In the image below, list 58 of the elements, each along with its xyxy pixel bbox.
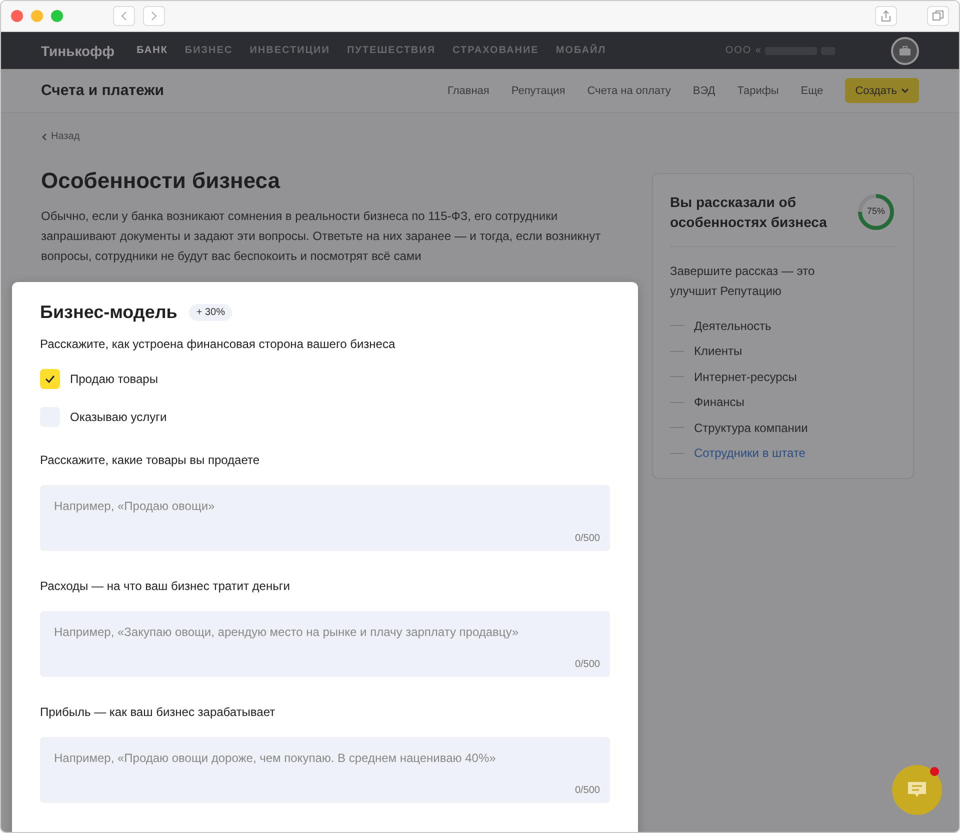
page-title: Особенности бизнеса [41,168,282,194]
brand-logo[interactable]: Тинькофф [41,42,115,58]
section-link[interactable]: Тарифы [737,84,779,96]
progress-hint: Завершите рассказ — это улучшит Репутацию [670,263,816,300]
field-label: Расскажите, какие товары вы продаете [40,453,261,467]
intro-text: Обычно, если у банка возникают сомнения в реальности бизнеса по 115-ФЗ, его сотрудники запрашивают документы и задают эти вопросы. Ответьте на них заранее — и тогда, если возникнут вопросы, сотрудники не будут вас беспокоить и посмотрят всё сами [41,208,602,265]
chevron-left-icon [120,11,128,21]
maximize-window-icon[interactable] [51,10,63,22]
progress-step-link[interactable]: Финансы [694,395,744,410]
chat-button[interactable] [892,765,942,815]
nav-tab[interactable]: ИНВЕСТИЦИИ [250,45,330,56]
checkmark-icon [45,375,55,383]
nav-tab[interactable]: БАНК [136,45,168,56]
progress-step-link[interactable]: Деятельность [694,318,772,333]
progress-percent: 75% [866,206,886,216]
progress-step-link[interactable]: Интернет-ресурсы [694,370,797,384]
section-link[interactable]: Еще [800,84,824,96]
char-counter: 0/500 [574,785,600,796]
nav-tab[interactable]: ПУТЕШЕСТВИЯ [346,45,436,56]
field-label: Прибыль — как ваш бизнес зарабатывает [40,705,276,719]
option-label: Оказываю услуги [70,410,167,424]
chat-icon [906,781,928,799]
back-nav-button[interactable] [113,6,135,26]
tabs-icon [932,10,944,22]
forward-nav-button[interactable] [143,6,165,26]
account-name[interactable]: ООО « [725,45,762,56]
progress-step-link[interactable]: Сотрудники в штате [694,446,806,460]
chevron-left-icon [41,132,47,140]
char-counter: 0/500 [574,659,600,670]
section-title: Счета и платежи [41,82,164,99]
progress-step-link[interactable]: Структура компании [694,420,808,435]
progress-title: Вы рассказали об особенностях бизнеса [670,193,828,232]
create-button[interactable]: Создать [845,78,919,103]
modal-title: Бизнес-модель [40,302,178,323]
char-counter: 0/500 [574,533,600,544]
percent-badge: + 30% [189,304,232,321]
briefcase-avatar-icon[interactable] [891,36,919,64]
share-icon [881,10,891,22]
nav-tab[interactable]: СТРАХОВАНИЕ [452,45,539,56]
back-link[interactable]: Назад [41,131,632,142]
minimize-window-icon[interactable] [31,10,43,22]
section-link[interactable]: Счета на оплату [587,84,671,96]
question-text: Расскажите, как устроена финансовая сторона вашего бизнеса [40,337,396,351]
section-link[interactable]: Репутация [511,84,566,96]
chevron-right-icon [150,11,158,21]
nav-tab[interactable]: БИЗНЕС [184,45,233,56]
nav-tab[interactable]: МОБАЙЛ [556,45,606,56]
section-link[interactable]: Главная [447,84,490,96]
checkbox[interactable] [40,369,60,389]
field-label: Расходы — на что ваш бизнес тратит деньги [40,579,291,593]
progress-step-link[interactable]: Клиенты [694,344,742,358]
caret-icon [901,88,909,94]
close-window-icon[interactable] [11,10,23,22]
tabs-button[interactable] [927,6,949,26]
option-label: Продаю товары [70,372,158,386]
progress-ring [856,192,896,232]
section-link[interactable]: ВЭД [692,84,716,96]
share-button[interactable] [875,6,897,26]
